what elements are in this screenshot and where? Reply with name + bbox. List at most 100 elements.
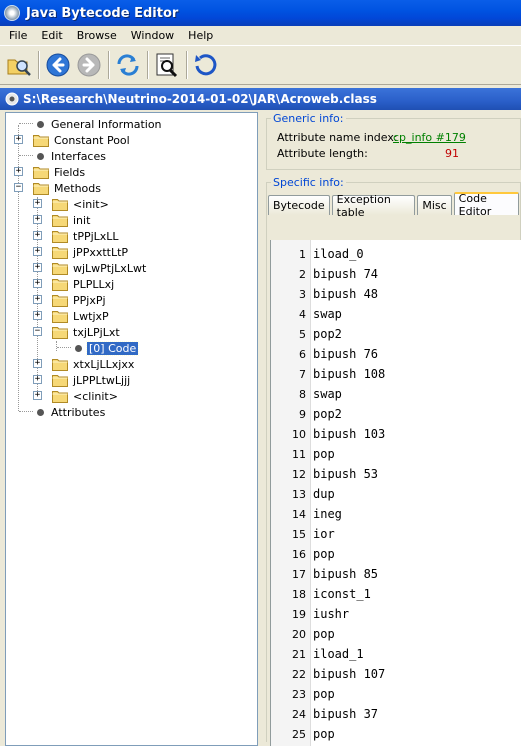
tree-node[interactable]: PPjxPj xyxy=(52,292,108,308)
title-bar: Java Bytecode Editor xyxy=(0,0,521,26)
folder-icon xyxy=(52,214,68,227)
menu-file[interactable]: File xyxy=(2,29,34,42)
tab-code-editor[interactable]: Code Editor xyxy=(453,192,519,218)
line-number: 25 xyxy=(292,727,306,741)
tree-node[interactable]: txjLPjLxt xyxy=(52,324,122,340)
code-line[interactable]: 24 bipush 37 xyxy=(271,704,521,724)
back-button[interactable] xyxy=(43,49,73,81)
tree-node[interactable]: jPPxxttLtP xyxy=(52,244,130,260)
tree-node[interactable]: Fields xyxy=(33,164,87,180)
code-line[interactable]: 25 pop xyxy=(271,724,521,744)
code-line[interactable]: 16 pop xyxy=(271,544,521,564)
code-line[interactable]: 14 ineg xyxy=(271,504,521,524)
line-number: 11 xyxy=(292,447,306,461)
tree-node[interactable]: Attributes xyxy=(33,404,107,420)
tab-exception-table[interactable]: Exception table xyxy=(331,193,416,219)
code-line[interactable]: 13 dup xyxy=(271,484,521,504)
tree-node-label: Constant Pool xyxy=(54,133,130,147)
tree-expander[interactable]: + xyxy=(33,391,42,400)
refresh-button[interactable] xyxy=(113,49,143,81)
tree-expander[interactable]: − xyxy=(14,183,23,192)
instruction-text: bipush 76 xyxy=(313,347,379,361)
code-line[interactable]: 11 pop xyxy=(271,444,521,464)
code-line[interactable]: 19 iushr xyxy=(271,604,521,624)
tree-node[interactable]: Methods xyxy=(33,180,103,196)
tree-expander[interactable]: + xyxy=(33,359,42,368)
code-line[interactable]: 6 bipush 76 xyxy=(271,344,521,364)
tree-node[interactable]: PLPLLxj xyxy=(52,276,116,292)
code-editor[interactable]: 1 iload_0 2 bipush 74 3 bipush 48 4 swap 5 pop2 6 b… xyxy=(270,240,521,746)
tree-node[interactable]: Constant Pool xyxy=(33,132,132,148)
code-line[interactable]: 10 bipush 103 xyxy=(271,424,521,444)
instruction-text: swap xyxy=(313,387,342,401)
tree-node[interactable]: tPPjLxLL xyxy=(52,228,121,244)
code-line[interactable]: 21 iload_1 xyxy=(271,644,521,664)
code-line[interactable]: 4 swap xyxy=(271,304,521,324)
tree-line xyxy=(56,341,57,351)
tree-expander[interactable]: + xyxy=(33,375,42,384)
tree-node[interactable]: <init> xyxy=(52,196,111,212)
instruction-text: bipush 74 xyxy=(313,267,379,281)
details-pane: Generic info: Attribute name index: cp_i… xyxy=(262,112,521,746)
forward-button[interactable] xyxy=(74,49,104,81)
code-line[interactable]: 8 swap xyxy=(271,384,521,404)
code-line[interactable]: 1 iload_0 xyxy=(271,244,521,264)
tree-expander[interactable]: + xyxy=(14,167,23,176)
code-line[interactable]: 2 bipush 74 xyxy=(271,264,521,284)
instruction-text: pop2 xyxy=(313,407,342,421)
menu-window[interactable]: Window xyxy=(124,29,181,42)
tree-node[interactable]: xtxLjLLxjxx xyxy=(52,356,136,372)
tree-node[interactable]: [0] Code xyxy=(71,340,140,356)
tree-expander[interactable]: + xyxy=(14,135,23,144)
tab-bytecode[interactable]: Bytecode xyxy=(268,195,330,215)
tree-node[interactable]: init xyxy=(52,212,92,228)
folder-icon xyxy=(52,230,68,243)
file-path-bar: S:\Research\Neutrino-2014-01-02\JAR\Acro… xyxy=(0,88,521,110)
code-line[interactable]: 12 bipush 53 xyxy=(271,464,521,484)
code-line[interactable]: 15 ior xyxy=(271,524,521,544)
tree-expander[interactable]: + xyxy=(33,199,42,208)
tab-misc[interactable]: Misc xyxy=(417,195,452,215)
tree-expander[interactable]: + xyxy=(33,295,42,304)
folder-icon xyxy=(52,358,68,371)
tree-expander[interactable]: + xyxy=(33,311,42,320)
class-tree[interactable]: General Information + Constant Pool Interfa… xyxy=(5,112,258,746)
tree-expander[interactable]: + xyxy=(33,231,42,240)
tree-node[interactable]: LwtjxP xyxy=(52,308,111,324)
code-line[interactable]: 18 iconst_1 xyxy=(271,584,521,604)
code-line[interactable]: 20 pop xyxy=(271,624,521,644)
tree-expander[interactable]: + xyxy=(33,263,42,272)
tree-node[interactable]: Interfaces xyxy=(33,148,108,164)
tree-expander[interactable]: − xyxy=(33,327,42,336)
tree-node[interactable]: wjLwPtjLxLwt xyxy=(52,260,148,276)
instruction-text: ineg xyxy=(313,507,342,521)
code-line[interactable]: 17 bipush 85 xyxy=(271,564,521,584)
forward-icon xyxy=(77,53,101,77)
code-line[interactable]: 3 bipush 48 xyxy=(271,284,521,304)
refresh-icon xyxy=(117,54,139,76)
reload-button[interactable] xyxy=(191,49,221,81)
tree-node-label: Interfaces xyxy=(51,149,106,163)
tree-node[interactable]: General Information xyxy=(33,116,164,132)
tree-line xyxy=(19,155,33,156)
inspect-button[interactable] xyxy=(152,49,182,81)
tree-node[interactable]: <clinit> xyxy=(52,388,120,404)
code-line[interactable]: 7 bipush 108 xyxy=(271,364,521,384)
attribute-name-index-link[interactable]: cp_info #179 xyxy=(393,131,466,144)
code-line[interactable]: 22 bipush 107 xyxy=(271,664,521,684)
open-button[interactable] xyxy=(4,49,34,81)
code-line[interactable]: 23 pop xyxy=(271,684,521,704)
code-line[interactable]: 9 pop2 xyxy=(271,404,521,424)
tree-expander[interactable]: + xyxy=(33,279,42,288)
tree-expander[interactable]: + xyxy=(33,247,42,256)
line-number: 24 xyxy=(292,707,306,721)
tree-node[interactable]: jLPPLtwLjjj xyxy=(52,372,132,388)
menu-help[interactable]: Help xyxy=(181,29,220,42)
line-number: 19 xyxy=(292,607,306,621)
code-line[interactable]: 5 pop2 xyxy=(271,324,521,344)
menu-edit[interactable]: Edit xyxy=(34,29,69,42)
toolbar-separator xyxy=(108,51,110,79)
tree-expander[interactable]: + xyxy=(33,215,42,224)
menu-browse[interactable]: Browse xyxy=(70,29,124,42)
folder-icon xyxy=(52,326,68,339)
